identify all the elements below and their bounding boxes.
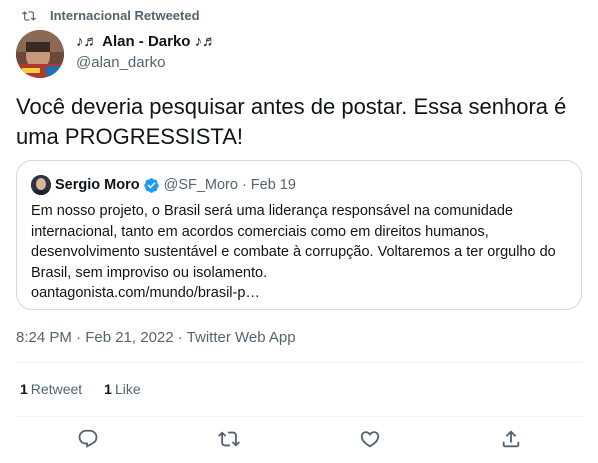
reply-button[interactable] xyxy=(77,428,99,450)
quoted-author-avatar[interactable] xyxy=(31,175,51,195)
author-handle[interactable]: @alan_darko xyxy=(76,53,217,73)
quoted-author-handle[interactable]: @SF_Moro xyxy=(164,177,238,193)
quoted-avatar-image xyxy=(31,175,51,195)
verified-badge-icon xyxy=(143,177,159,193)
like-button[interactable] xyxy=(359,428,381,450)
reply-icon xyxy=(78,429,98,448)
quoted-separator: · xyxy=(241,177,247,193)
share-icon xyxy=(502,430,520,448)
tweet-text: Você deveria pesquisar antes de postar. … xyxy=(16,94,567,149)
avatar-image xyxy=(16,30,64,78)
divider xyxy=(16,362,582,363)
likes-stat[interactable]: 1 Like xyxy=(104,381,140,397)
likes-label: Like xyxy=(114,381,141,397)
retweet-context-label: Internacional Retweeted xyxy=(50,8,200,23)
divider xyxy=(16,416,582,417)
likes-count: 1 xyxy=(104,381,112,397)
retweets-stat[interactable]: 1 Retweet xyxy=(20,381,82,397)
retweet-button[interactable] xyxy=(218,428,240,450)
quoted-author-name[interactable]: Sergio Moro xyxy=(55,177,140,193)
author-name[interactable]: ♪♬ Alan - Darko ♪♬ xyxy=(76,32,217,52)
retweet-icon xyxy=(22,10,36,21)
quoted-tweet-text: Em nosso projeto, o Brasil será uma lide… xyxy=(31,203,556,281)
quoted-tweet-link[interactable]: oantagonista.com/mundo/brasil-p… xyxy=(31,283,571,304)
tweet-timestamp[interactable]: 8:24 PM · Feb 21, 2022 · Twitter Web App xyxy=(16,329,296,346)
quoted-date[interactable]: Feb 19 xyxy=(251,177,296,193)
retweets-label: Retweet xyxy=(30,381,83,397)
retweets-count: 1 xyxy=(20,381,28,397)
heart-icon xyxy=(360,431,380,448)
share-button[interactable] xyxy=(500,428,522,450)
retweet-icon xyxy=(218,431,240,447)
quoted-tweet-card[interactable]: Sergio Moro @SF_Moro · Feb 19 Em nosso p… xyxy=(16,160,582,310)
author-avatar[interactable] xyxy=(16,30,64,78)
retweet-context[interactable]: Internacional Retweeted xyxy=(22,8,200,23)
action-bar xyxy=(0,424,598,456)
